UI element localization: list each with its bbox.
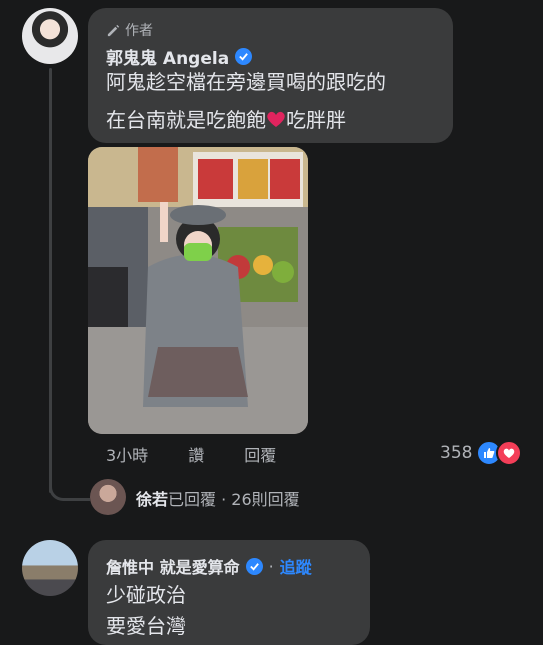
love-icon	[496, 440, 523, 466]
verified-badge-icon	[245, 557, 263, 575]
comment-bubble: 詹惟中 就是愛算命 · 追蹤 少碰政治 要愛台灣	[88, 540, 370, 645]
separator: ·	[268, 556, 274, 576]
author-badge: 作者	[106, 20, 153, 40]
view-replies-link[interactable]: 徐若已回覆 · 26則回覆	[136, 486, 300, 510]
heart-emoji-icon	[267, 111, 285, 127]
comment-photo[interactable]	[88, 147, 308, 434]
reaction-icons	[476, 440, 523, 466]
pencil-icon	[107, 24, 120, 36]
comment-text-line1: 少碰政治	[106, 583, 186, 607]
reply-author-name: 徐若	[136, 490, 169, 509]
thread-connector	[49, 470, 90, 501]
comment-text-line2: 在台南就是吃飽飽 吃胖胖	[106, 109, 346, 130]
reaction-count: 358	[440, 443, 473, 463]
comment-text-line2: 要愛台灣	[106, 614, 186, 638]
comment-text-part: 在台南就是吃飽飽	[106, 108, 266, 132]
like-button[interactable]: 讚	[188, 442, 204, 466]
reply-count-text: 已回覆 · 26則回覆	[168, 490, 300, 509]
follow-button[interactable]: 追蹤	[280, 554, 312, 578]
comment-bubble: 作者 郭鬼鬼 Angela 阿鬼趁空檔在旁邊買喝的跟吃的 在台南就是吃飽飽 吃胖胖	[88, 8, 453, 143]
commenter-name[interactable]: 郭鬼鬼 Angela	[106, 44, 229, 69]
comment-text-line1: 阿鬼趁空檔在旁邊買喝的跟吃的	[106, 70, 386, 94]
commenter-name[interactable]: 詹惟中 就是愛算命	[106, 554, 240, 578]
avatar[interactable]	[22, 8, 78, 64]
author-label: 作者	[125, 23, 153, 39]
comment-actions: 3小時 讚 回覆	[106, 442, 276, 466]
thread-line	[49, 68, 52, 493]
reaction-summary[interactable]: 358	[440, 440, 523, 466]
verified-badge-icon	[235, 48, 253, 65]
comment-text-part: 吃胖胖	[286, 108, 346, 132]
avatar[interactable]	[22, 540, 78, 596]
reply-avatar[interactable]	[90, 479, 126, 515]
reply-button[interactable]: 回覆	[244, 442, 276, 466]
comment-time[interactable]: 3小時	[106, 442, 148, 466]
photo-image	[88, 147, 308, 434]
